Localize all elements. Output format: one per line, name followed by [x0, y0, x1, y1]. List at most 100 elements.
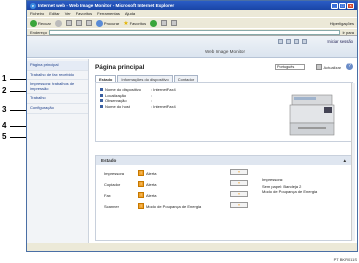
warning-icon: ! — [138, 192, 144, 198]
sidebar-item-print-jobs[interactable]: Impressora: trabalhos de impressão — [27, 80, 88, 95]
info-key: Nome do host — [105, 103, 130, 109]
printer-image — [289, 94, 335, 136]
ie-logo-icon: e — [30, 2, 36, 9]
minimize-button[interactable]: _ — [331, 2, 338, 9]
device-state: Modo de Poupança de Energia — [146, 203, 202, 209]
bullet-icon — [100, 105, 103, 109]
bullet-icon — [100, 99, 103, 103]
device-name: Fax — [104, 192, 111, 198]
detail-button-copier[interactable]: » — [230, 180, 248, 186]
page-title: Página principal — [95, 64, 145, 71]
device-state: Alerta — [146, 192, 157, 198]
menu-edit[interactable]: Editar — [49, 11, 59, 16]
browser-window: e Internet web - Web Image Monitor - Mic… — [26, 0, 358, 252]
device-info-box: Nome do dispositivo : InternetFax4 Local… — [95, 82, 353, 142]
bullet-icon — [100, 88, 103, 92]
main-panel: Página principal Português Actualizar ? … — [91, 59, 357, 243]
info-value: : InternetFax4 — [151, 87, 176, 92]
title-bar: e Internet web - Web Image Monitor - Mic… — [27, 1, 357, 10]
sidebar-item-job[interactable]: Trabalho — [27, 94, 88, 104]
status-message-3: Modo de Poupança de Energia — [262, 189, 318, 194]
warning-icon: ! — [138, 203, 144, 209]
menu-favorites[interactable]: Favoritos — [76, 11, 92, 16]
callout-number: 4 — [2, 121, 7, 130]
toolbar: Recuar Procurar ★ Favoritos Hiperligaçõe… — [27, 17, 357, 28]
forward-arrow-icon[interactable] — [54, 19, 62, 27]
callout-number: 2 — [2, 86, 7, 95]
address-bar: Endereço Ir para — [27, 28, 357, 35]
warning-icon: ! — [138, 170, 144, 176]
refresh-icon — [316, 64, 323, 70]
status-row-copier: Copiador ! Alerta — [104, 181, 192, 187]
address-input[interactable] — [49, 29, 341, 35]
wim-title: Web Image Monitor — [205, 49, 246, 54]
status-row-printer: Impressora ! Alerta — [104, 170, 192, 176]
sidebar: Página principal Trabalho de fax recebid… — [27, 59, 89, 243]
wim-header: Iniciar sessão Web Image Monitor — [27, 36, 357, 58]
history-icon[interactable] — [150, 19, 158, 27]
sidebar-item-home[interactable]: Página principal — [27, 61, 88, 71]
menu-view[interactable]: Ver — [65, 11, 71, 16]
home-icon[interactable] — [85, 20, 92, 26]
info-row: Nome do host : InternetFax4 — [100, 104, 176, 110]
page-content: Iniciar sessão Web Image Monitor Página … — [27, 35, 357, 243]
device-info-list: Nome do dispositivo : InternetFax4 Local… — [100, 87, 176, 109]
search-label: Procurar — [103, 20, 120, 26]
detail-button-scanner[interactable]: » — [230, 202, 248, 208]
detail-button-fax[interactable]: » — [230, 191, 248, 197]
address-label: Endereço — [30, 29, 48, 35]
favorites-label: Favoritos — [129, 20, 147, 26]
callout-number: 1 — [2, 74, 7, 83]
detail-button-printer[interactable]: » — [230, 169, 248, 175]
status-title: Estado — [101, 158, 117, 163]
menu-bar: Ficheiro Editar Ver Favoritos Ferramenta… — [27, 10, 357, 17]
status-box: Estado ▲ Impressora ! Alerta » Copiador … — [95, 155, 353, 241]
mail-link-icon[interactable] — [286, 39, 291, 44]
warning-icon: ! — [138, 181, 144, 187]
language-select[interactable]: Português — [275, 64, 305, 70]
status-header: Estado ▲ — [96, 156, 352, 165]
sidebar-item-configuration[interactable]: Configuração — [27, 104, 88, 114]
callout-number: 3 — [2, 105, 7, 114]
info-icon[interactable] — [302, 39, 307, 44]
device-name: Copiador — [104, 181, 121, 187]
device-name: Scanner — [104, 203, 119, 209]
info-value: : InternetFax4 — [151, 103, 176, 109]
vertical-scrollbar[interactable] — [351, 83, 355, 241]
refresh-icon[interactable] — [75, 20, 82, 26]
collapse-icon[interactable]: ▲ — [342, 158, 347, 163]
figure-code: PT BKR011S — [333, 257, 357, 262]
refresh-label: Actualizar — [323, 64, 341, 70]
refresh-button[interactable]: Actualizar — [316, 64, 341, 70]
help-button[interactable]: ? — [346, 63, 353, 70]
menu-file[interactable]: Ficheiro — [30, 11, 44, 16]
help-icon[interactable] — [294, 39, 299, 44]
links-label[interactable]: Hiperligações — [330, 21, 354, 26]
sidebar-item-received-fax[interactable]: Trabalho de fax recebido — [27, 71, 88, 81]
menu-tools[interactable]: Ferramentas — [97, 11, 120, 16]
back-button[interactable]: Recuar — [30, 19, 51, 27]
search-button[interactable]: Procurar — [95, 19, 120, 27]
print-icon[interactable] — [171, 20, 178, 26]
close-button[interactable]: × — [347, 2, 354, 9]
status-message-1: Impressora: — [262, 177, 284, 182]
menu-help[interactable]: Ajuda — [125, 11, 135, 16]
stop-icon[interactable] — [65, 20, 72, 26]
envelope-icon[interactable] — [278, 39, 283, 44]
maximize-button[interactable]: □ — [339, 2, 346, 9]
device-state: Alerta — [146, 181, 157, 187]
favorites-button[interactable]: ★ Favoritos — [123, 20, 146, 27]
status-row-scanner: Scanner ! Modo de Poupança de Energia — [104, 203, 201, 209]
back-arrow-icon — [30, 19, 37, 27]
device-state: Alerta — [146, 170, 157, 176]
header-icon-group — [278, 39, 307, 44]
status-row-fax: Fax ! Alerta — [104, 192, 192, 198]
back-label: Recuar — [38, 20, 51, 26]
star-icon: ★ — [123, 20, 129, 27]
mail-icon[interactable] — [161, 20, 168, 26]
login-link[interactable]: Iniciar sessão — [327, 39, 353, 44]
device-name: Impressora — [104, 170, 125, 176]
search-icon — [95, 19, 103, 27]
go-button[interactable]: Ir para — [342, 30, 354, 35]
bullet-icon — [100, 93, 103, 97]
